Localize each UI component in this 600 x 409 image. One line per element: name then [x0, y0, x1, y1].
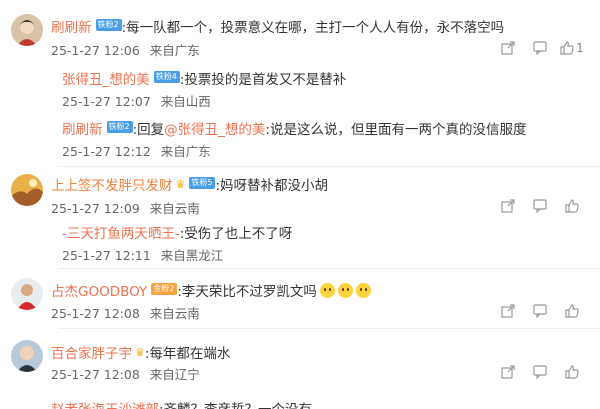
timestamp: 25-1-27 12:12 — [62, 144, 151, 159]
username[interactable]: 赵老张海王沙滩部 — [51, 398, 159, 409]
timestamp: 25-1-27 12:11 — [62, 248, 151, 263]
timestamp: 25-1-27 12:08 — [51, 367, 140, 382]
laughing-emoji-icon — [355, 282, 371, 298]
reply-text: :投票投的是首发又不是替补 — [179, 72, 347, 88]
comment-icon[interactable] — [524, 303, 556, 319]
reply-username[interactable]: 刷刷新 — [62, 118, 103, 138]
location: 来自辽宁 — [149, 367, 200, 382]
share-icon[interactable] — [492, 198, 524, 214]
comment-item: 刷刷新 铁粉2 :每一队都一个，投票意义在哪，主打一个人人有份，永不落空吗 25… — [0, 0, 600, 170]
share-icon[interactable] — [492, 40, 524, 56]
comment-item: 百合家胖子宇 ♛ :每年都在端水 25-1-27 12:08 来自辽宁 — [0, 332, 600, 390]
crown-icon: ♛ — [135, 345, 145, 359]
divider — [58, 328, 600, 329]
thumbs-up-icon — [565, 304, 579, 318]
fan-badge: 铁粉2 — [95, 19, 122, 31]
like-button[interactable] — [556, 303, 588, 319]
comment-item: 赵老张海王沙滩部 :齐麟？李彦哲？一个没有 — [0, 396, 600, 409]
comment-item: 上上签不发胖只发财 ♛ 铁粉5 :妈呀替补都没小胡 25-1-27 12:09 … — [0, 168, 600, 264]
share-icon[interactable] — [492, 303, 524, 319]
reply-text: :受伤了也上不了呀 — [179, 226, 293, 242]
timestamp: 25-1-27 12:07 — [62, 94, 151, 109]
share-icon[interactable] — [492, 364, 524, 380]
thumbs-up-icon — [565, 199, 579, 213]
avatar[interactable] — [11, 340, 43, 372]
comment-text: :每一队都一个，投票意义在哪，主打一个人人有份，永不落空吗 — [121, 20, 505, 36]
username[interactable]: 刷刷新 — [51, 16, 92, 36]
like-button[interactable] — [556, 198, 588, 214]
fan-badge: 铁粉4 — [153, 71, 180, 83]
reply-username[interactable]: -三天打鱼两天晒王- — [62, 222, 180, 242]
thumbs-up-icon — [560, 41, 574, 55]
comment-text: :齐麟？李彦哲？一个没有 — [159, 398, 312, 409]
fan-badge: 金粉2 — [151, 283, 178, 295]
timestamp: 25-1-27 12:08 — [51, 306, 140, 321]
username[interactable]: 上上签不发胖只发财 — [51, 174, 173, 194]
reply-text: :说是这么说，但里面有一两个真的没信服度 — [265, 122, 527, 138]
mention-link[interactable]: @张得丑_想的美 — [164, 118, 265, 138]
fan-badge: 铁粉5 — [189, 177, 216, 189]
comment-item: 占杰GOODBOY 金粉2 :李天荣比不过罗凯文吗 25-1-27 12:08 … — [0, 272, 600, 328]
comment-icon[interactable] — [524, 40, 556, 56]
laughing-emoji-icon — [319, 282, 335, 298]
username[interactable]: 百合家胖子宇 — [51, 342, 132, 362]
location: 来自云南 — [149, 201, 200, 216]
location: 来自山西 — [160, 94, 211, 109]
comment-text: :妈呀替补都没小胡 — [215, 178, 329, 194]
comment-icon[interactable] — [524, 364, 556, 380]
avatar[interactable] — [11, 174, 43, 206]
like-count: 1 — [576, 41, 584, 55]
fan-badge: 铁粉2 — [106, 121, 133, 133]
like-button[interactable]: 1 — [556, 40, 588, 56]
location: 来自云南 — [149, 306, 200, 321]
timestamp: 25-1-27 12:06 — [51, 43, 140, 58]
comment-text: :每年都在端水 — [144, 346, 231, 362]
location: 来自黑龙江 — [160, 248, 224, 263]
location: 来自广东 — [149, 43, 200, 58]
like-button[interactable] — [556, 364, 588, 380]
comment-icon[interactable] — [524, 198, 556, 214]
laughing-emoji-icon — [337, 282, 353, 298]
avatar[interactable] — [11, 14, 43, 46]
avatar[interactable] — [11, 278, 43, 310]
thumbs-up-icon — [565, 365, 579, 379]
comment-text: :李天荣比不过罗凯文吗 — [177, 284, 317, 300]
location: 来自广东 — [160, 144, 211, 159]
username[interactable]: 占杰GOODBOY — [51, 280, 147, 300]
divider — [58, 268, 600, 269]
timestamp: 25-1-27 12:09 — [51, 201, 140, 216]
reply-username[interactable]: 张得丑_想的美 — [62, 68, 150, 88]
divider — [58, 166, 600, 167]
reply-prefix: :回复 — [132, 122, 165, 138]
crown-icon: ♛ — [175, 177, 186, 191]
